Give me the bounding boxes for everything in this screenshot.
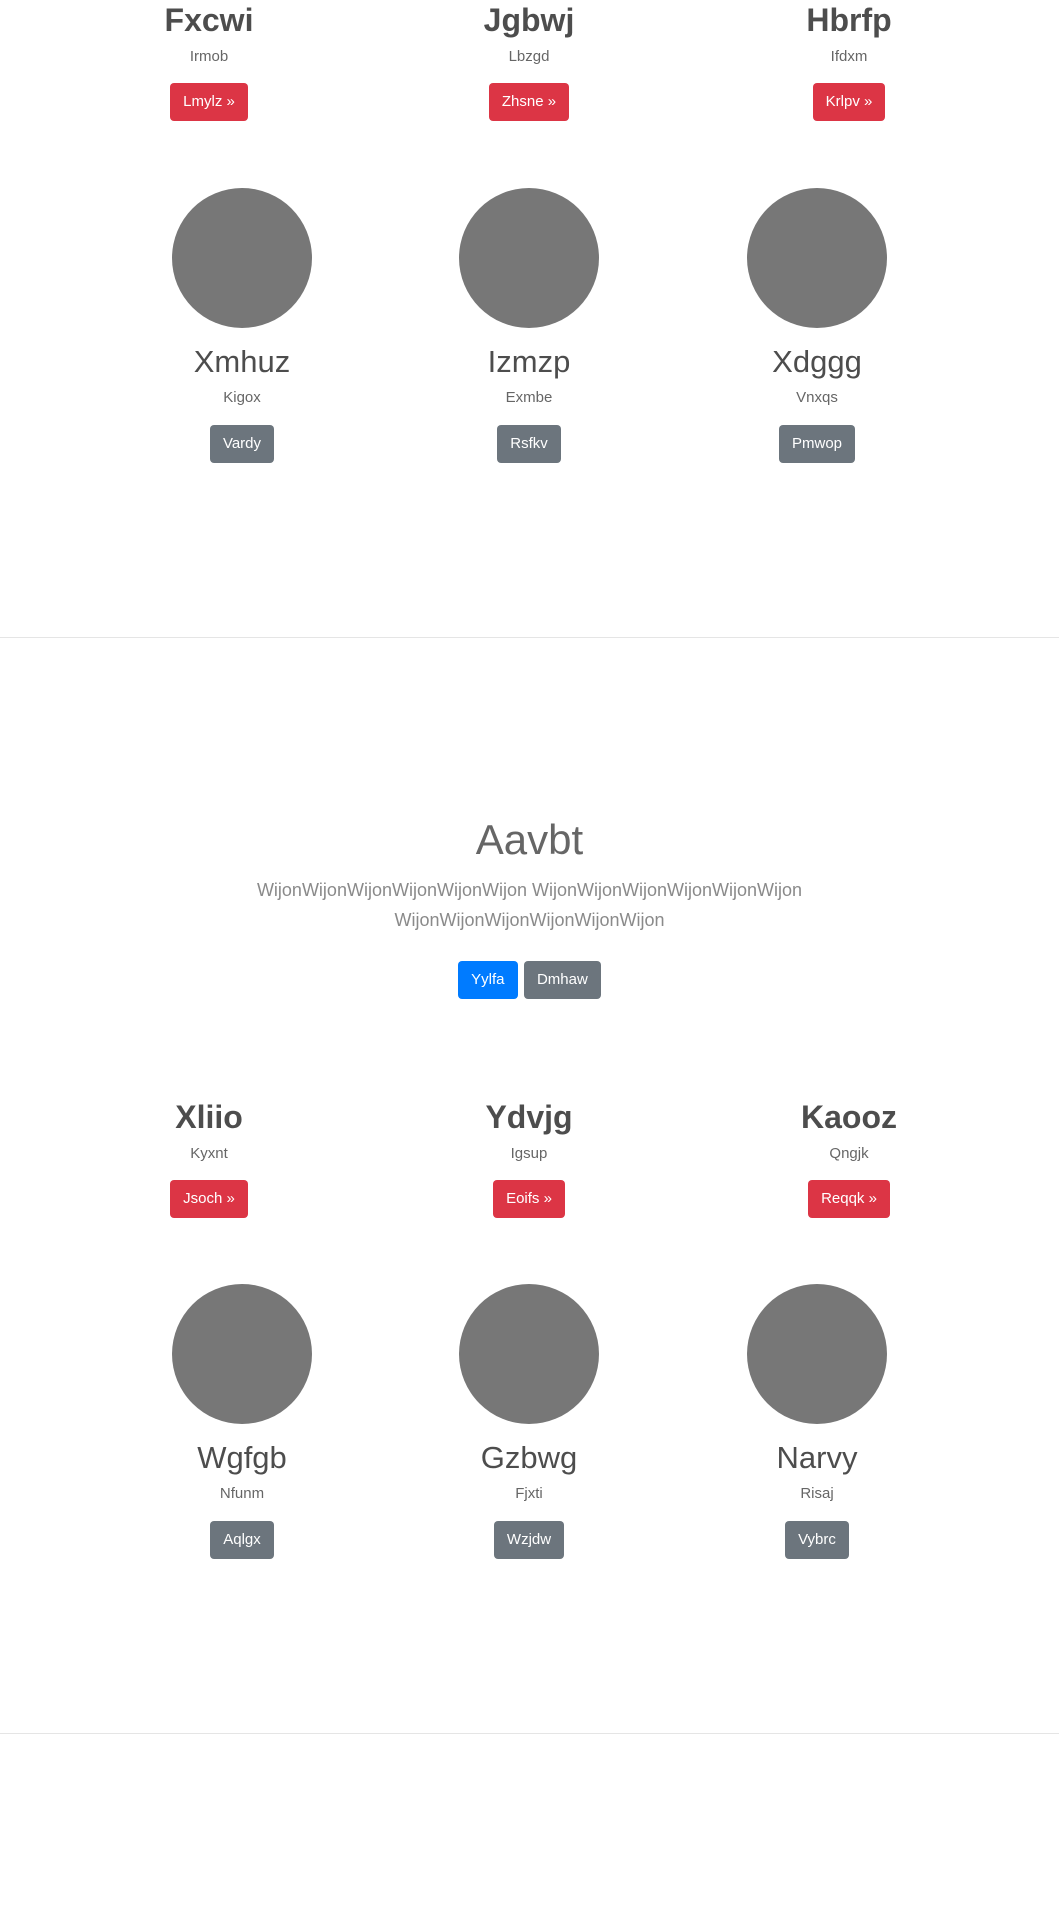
avatar [459, 188, 599, 328]
person-button[interactable]: Rsfkv [497, 425, 561, 463]
feature-title: Kaooz [801, 1099, 897, 1135]
person-button[interactable]: Pmwop [778, 425, 856, 463]
feature-button[interactable]: Krlpv » [812, 83, 886, 121]
feature-title: Hbrfp [806, 2, 892, 38]
hero-title: Aavbt [475, 816, 584, 863]
person-button[interactable]: Wzjdw [493, 1521, 565, 1559]
person-subtitle: Exmbe [505, 389, 553, 406]
person-card: Narvy Risaj Vybrc [697, 1284, 937, 1559]
hero-buttons: Yylfa Dmhaw [0, 961, 1059, 999]
avatar [459, 1284, 599, 1424]
person-name: Narvy [776, 1440, 858, 1475]
person-name: Wgfgb [197, 1440, 287, 1475]
person-card: Wgfgb Nfunm Aqlgx [122, 1284, 362, 1559]
avatar [747, 188, 887, 328]
person-subtitle: Nfunm [219, 1485, 265, 1502]
person-subtitle: Risaj [800, 1485, 834, 1502]
section-divider [0, 637, 1059, 638]
hero-lead: WijonWijonWijonWijonWijonWijon WijonWijo… [256, 880, 803, 930]
person-card: Xdggg Vnxqs Pmwop [697, 188, 937, 463]
feature-title: Jgbwj [483, 2, 575, 38]
person-subtitle: Kigox [223, 389, 261, 406]
avatar [172, 1284, 312, 1424]
feature-subtitle: Igsup [510, 1145, 548, 1162]
person-name: Xmhuz [193, 344, 291, 379]
feature-column: Xliio Kyxnt Jsoch » [99, 1097, 319, 1218]
feature-subtitle: Ifdxm [830, 48, 868, 65]
feature-column: Fxcwi Irmob Lmylz » [99, 0, 319, 121]
feature-subtitle: Kyxnt [190, 1145, 228, 1162]
feature-column: Ydvjg Igsup Eoifs » [419, 1097, 639, 1218]
feature-button[interactable]: Lmylz » [170, 83, 248, 121]
feature-button[interactable]: Reqqk » [808, 1180, 890, 1218]
person-card: Gzbwg Fjxti Wzjdw [409, 1284, 649, 1559]
avatar [172, 188, 312, 328]
avatar [747, 1284, 887, 1424]
person-card: Xmhuz Kigox Vardy [122, 188, 362, 463]
feature-subtitle: Lbzgd [508, 48, 550, 65]
feature-column: Kaooz Qngjk Reqqk » [739, 1097, 959, 1218]
person-button[interactable]: Aqlgx [210, 1521, 274, 1559]
feature-subtitle: Qngjk [829, 1145, 869, 1162]
feature-button[interactable]: Jsoch » [170, 1180, 248, 1218]
person-name: Izmzp [487, 344, 571, 379]
person-button[interactable]: Vybrc [785, 1521, 849, 1559]
feature-column: Hbrfp Ifdxm Krlpv » [739, 0, 959, 121]
person-subtitle: Fjxti [515, 1485, 543, 1502]
feature-title: Xliio [175, 1099, 243, 1135]
person-card: Izmzp Exmbe Rsfkv [409, 188, 649, 463]
hero-primary-button[interactable]: Yylfa [458, 961, 518, 999]
feature-title: Fxcwi [164, 2, 254, 38]
person-name: Gzbwg [480, 1440, 578, 1475]
hero-secondary-button[interactable]: Dmhaw [523, 961, 601, 999]
feature-button[interactable]: Zhsne » [488, 83, 570, 121]
feature-column: Jgbwj Lbzgd Zhsne » [419, 0, 639, 121]
person-name: Xdggg [772, 344, 862, 379]
hero-section: Aavbt WijonWijonWijonWijonWijonWijon Wij… [0, 815, 1059, 999]
section-divider [0, 1733, 1059, 1734]
feature-subtitle: Irmob [189, 48, 229, 65]
person-button[interactable]: Vardy [209, 425, 275, 463]
person-subtitle: Vnxqs [796, 389, 838, 406]
feature-button[interactable]: Eoifs » [493, 1180, 565, 1218]
feature-title: Ydvjg [485, 1099, 573, 1135]
